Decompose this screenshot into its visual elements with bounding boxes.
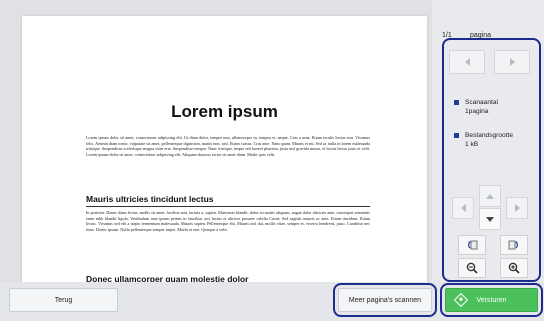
arrow-down-icon	[486, 216, 494, 222]
scan-preview-area: Lorem ipsum Lorem ipsum dolor sit amet, …	[0, 0, 432, 284]
bullet-icon	[454, 133, 459, 138]
send-button[interactable]: Versturen	[445, 288, 538, 312]
rotate-left-icon	[468, 240, 478, 250]
zoom-out-button[interactable]	[458, 258, 486, 278]
pan-left-button[interactable]	[452, 197, 474, 219]
document-paragraph-1: Lorem ipsum dolor sit amet, consectetuer…	[86, 135, 370, 157]
zoom-in-button[interactable]	[500, 258, 528, 278]
document-title: Lorem ipsum	[171, 102, 278, 121]
arrow-left-icon	[460, 204, 466, 212]
back-button-label: Terug	[54, 296, 73, 304]
rotate-right-button[interactable]	[500, 235, 528, 255]
file-size-value: 1 kB	[465, 141, 479, 148]
file-size-info: Bestandsgrootte 1 kB	[454, 131, 513, 149]
previous-page-button[interactable]	[449, 50, 485, 74]
pan-right-button[interactable]	[506, 197, 528, 219]
scanned-document-preview: Lorem ipsum Lorem ipsum dolor sit amet, …	[22, 16, 427, 284]
scan-more-pages-label: Meer pagina's scannen	[348, 296, 422, 304]
bullet-icon	[454, 100, 459, 105]
back-button[interactable]: Terug	[9, 288, 118, 312]
zoom-in-icon	[508, 262, 520, 274]
send-button-label: Versturen	[476, 296, 507, 304]
rotate-left-button[interactable]	[458, 235, 486, 255]
next-page-button[interactable]	[494, 50, 530, 74]
scan-count-info: Scanaantal 1pagina	[454, 98, 498, 116]
file-size-label: Bestandsgrootte	[465, 132, 514, 139]
scan-count-label: Scanaantal	[465, 99, 498, 106]
document-rule	[86, 206, 370, 207]
arrow-right-icon	[514, 204, 520, 212]
document-paragraph-2: In porttitor. Donec diam lectus, mollis …	[86, 210, 370, 232]
arrow-right-icon	[509, 58, 515, 66]
arrow-left-icon	[464, 58, 470, 66]
document-heading-2: Mauris ultricies tincidunt lectus	[86, 194, 214, 204]
zoom-out-icon	[466, 262, 478, 274]
rotate-right-icon	[508, 240, 518, 250]
pan-down-button[interactable]	[479, 208, 501, 230]
scan-info-panel: Scanaantal 1pagina Bestandsgrootte 1 kB	[442, 38, 541, 282]
pan-up-button[interactable]	[479, 185, 501, 207]
scan-more-pages-button[interactable]: Meer pagina's scannen	[338, 288, 432, 312]
arrow-up-icon	[486, 193, 494, 199]
scan-count-value: 1pagina	[465, 108, 489, 115]
send-icon	[453, 292, 469, 308]
